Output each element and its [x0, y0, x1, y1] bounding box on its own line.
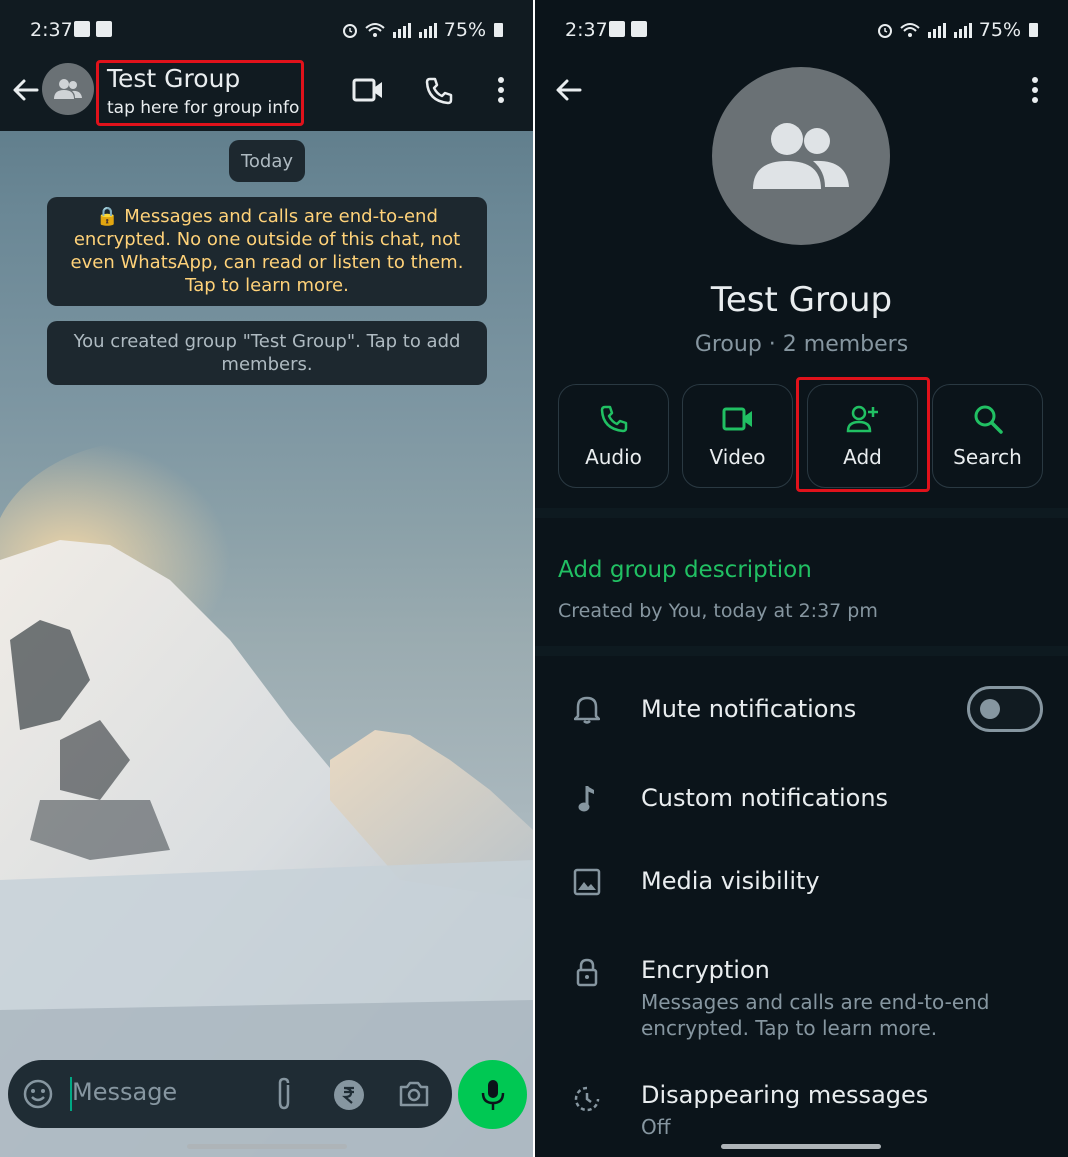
- status-time: 2:37: [565, 19, 608, 41]
- search-icon: [974, 405, 1003, 434]
- mute-notifications-label: Mute notifications: [641, 695, 857, 723]
- audio-label: Audio: [585, 445, 642, 469]
- signal-icon: [392, 23, 411, 38]
- voice-message-button[interactable]: [458, 1060, 527, 1129]
- search-label: Search: [953, 445, 1022, 469]
- group-avatar[interactable]: [42, 63, 94, 115]
- battery-icon: [1029, 23, 1038, 37]
- video-label: Video: [709, 445, 766, 469]
- group-icon: [753, 123, 849, 189]
- gallery-icon: [96, 21, 112, 37]
- status-indicators: 75%: [877, 19, 1038, 41]
- mute-toggle[interactable]: [967, 686, 1043, 732]
- attach-button[interactable]: [270, 1076, 298, 1112]
- status-notification-icons: [609, 21, 647, 37]
- status-time: 2:37: [30, 19, 73, 41]
- signal-icon-2: [953, 23, 972, 38]
- group-member-count: Group · 2 members: [694, 332, 909, 357]
- encryption-description: Messages and calls are end-to-end encryp…: [641, 990, 990, 1040]
- toggle-knob: [980, 699, 1000, 719]
- date-pill: Today: [229, 140, 305, 182]
- video-icon: [722, 407, 752, 431]
- chat-screen: 2:37 75% Test Group tap here for group i…: [0, 0, 533, 1157]
- group-created-notice[interactable]: You created group "Test Group". Tap to a…: [47, 321, 487, 385]
- audio-call-button[interactable]: Audio: [558, 384, 669, 488]
- camera-icon: [399, 1081, 429, 1107]
- back-arrow-icon[interactable]: [555, 76, 583, 104]
- payment-button[interactable]: [332, 1078, 366, 1112]
- group-icon: [54, 79, 82, 99]
- wifi-icon: [365, 23, 385, 37]
- add-group-description-link[interactable]: Add group description: [558, 557, 812, 583]
- media-visibility-label: Media visibility: [641, 867, 820, 895]
- alarm-icon: [342, 24, 357, 38]
- created-by-text: Created by You, today at 2:37 pm: [558, 600, 878, 622]
- image-icon: [573, 868, 601, 896]
- signal-icon: [927, 23, 946, 38]
- encryption-notice[interactable]: 🔒 Messages and calls are end-to-end encr…: [47, 197, 487, 306]
- home-indicator: [187, 1144, 347, 1149]
- more-options-button[interactable]: [492, 74, 510, 106]
- gallery-icon: [631, 21, 647, 37]
- video-call-button[interactable]: [350, 74, 386, 106]
- highlight-box: [796, 377, 930, 492]
- more-vert-icon[interactable]: [1025, 76, 1045, 106]
- timer-icon: [574, 1086, 600, 1112]
- notification-icon: [609, 21, 625, 37]
- status-indicators: 75%: [342, 19, 503, 41]
- section-divider: [535, 508, 1068, 518]
- custom-notifications-label: Custom notifications: [641, 784, 889, 812]
- status-bar: 2:37 75%: [0, 0, 533, 50]
- battery-icon: [494, 23, 503, 37]
- status-notification-icons: [74, 21, 112, 37]
- voice-call-button[interactable]: [422, 74, 456, 108]
- music-note-icon: [578, 786, 594, 812]
- search-button[interactable]: Search: [932, 384, 1043, 488]
- bell-icon: [574, 696, 600, 724]
- wifi-icon: [900, 23, 920, 37]
- section-divider: [535, 646, 1068, 656]
- message-input[interactable]: Message: [72, 1078, 177, 1106]
- emoji-button[interactable]: [22, 1078, 54, 1110]
- group-name: Test Group: [710, 280, 893, 320]
- video-icon: [352, 78, 382, 102]
- more-vert-icon: [498, 77, 504, 103]
- home-indicator: [721, 1144, 881, 1149]
- back-arrow-icon[interactable]: [12, 76, 40, 104]
- signal-icon-2: [418, 23, 437, 38]
- microphone-icon: [481, 1079, 504, 1110]
- battery-percent: 75%: [443, 19, 486, 41]
- status-bar-right: 2:37 75%: [535, 0, 1068, 50]
- video-call-button[interactable]: Video: [682, 384, 793, 488]
- battery-percent: 75%: [978, 19, 1021, 41]
- phone-icon: [425, 77, 453, 105]
- highlight-box: [96, 60, 304, 126]
- emoji-icon: [23, 1079, 53, 1109]
- rupee-icon: [334, 1080, 364, 1110]
- paperclip-icon: [278, 1077, 290, 1110]
- disappearing-messages-status: Off: [641, 1115, 671, 1139]
- phone-icon: [600, 405, 627, 433]
- group-avatar-large[interactable]: [712, 67, 890, 245]
- encryption-label: Encryption: [641, 956, 770, 984]
- notification-icon: [74, 21, 90, 37]
- lock-icon: [576, 958, 598, 987]
- group-info-screen: 2:37 75% Test Group Group · 2 members Au…: [535, 0, 1068, 1157]
- camera-button[interactable]: [396, 1078, 432, 1110]
- disappearing-messages-label: Disappearing messages: [641, 1081, 929, 1109]
- alarm-icon: [877, 24, 892, 38]
